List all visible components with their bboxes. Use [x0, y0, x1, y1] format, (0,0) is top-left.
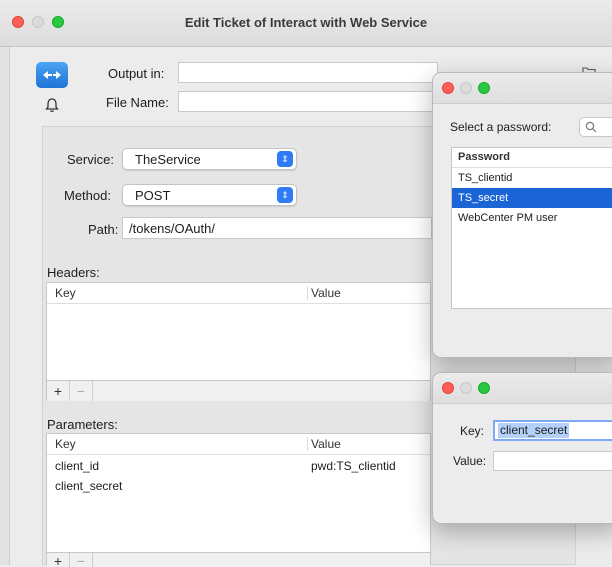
close-dialog-button[interactable] [442, 382, 454, 394]
password-search-field[interactable] [579, 117, 612, 137]
path-field[interactable]: /tokens/OAuth/ [122, 217, 432, 239]
password-item-label: TS_secret [458, 192, 509, 204]
path-label: Path: [88, 222, 119, 237]
key-value-dialog-titlebar [433, 373, 612, 404]
table-row[interactable]: client_id pwd:TS_clientid [47, 456, 430, 476]
list-item[interactable]: TS_clientid [452, 168, 612, 188]
file-name-field[interactable] [178, 91, 438, 112]
chevron-updown-icon: ⇕ [277, 151, 293, 167]
headers-add-button[interactable]: + [47, 381, 70, 401]
select-password-label: Select a password: [450, 120, 552, 134]
list-item-selected[interactable]: TS_secret [452, 188, 612, 208]
method-label: Method: [64, 188, 111, 203]
parameters-key-column[interactable]: Key [55, 434, 76, 454]
service-label: Service: [67, 152, 114, 167]
headers-table-header: Key Value [47, 283, 430, 304]
password-column-header[interactable]: Password [452, 148, 612, 168]
web-service-icon [36, 62, 68, 88]
table-row[interactable]: client_secret [47, 476, 430, 496]
file-name-label: File Name: [106, 95, 169, 110]
service-value: TheService [135, 152, 201, 167]
password-dialog[interactable]: Select a password: Password TS_clientid … [432, 72, 612, 358]
parameter-key: client_secret [55, 479, 123, 493]
password-dialog-titlebar [433, 73, 612, 104]
bell-icon[interactable] [45, 97, 59, 113]
minimize-dialog-button[interactable] [460, 382, 472, 394]
password-list[interactable]: Password TS_clientid TS_secret WebCenter… [451, 147, 612, 309]
parameters-table-header: Key Value [47, 434, 430, 455]
window-titlebar: Edit Ticket of Interact with Web Service [0, 0, 612, 47]
key-value-dialog[interactable]: Key: client_secret Value: [432, 372, 612, 524]
headers-label: Headers: [47, 265, 100, 280]
method-select[interactable]: POST ⇕ [122, 184, 297, 206]
output-in-field[interactable] [178, 62, 438, 83]
headers-remove-button[interactable]: − [70, 381, 93, 401]
window-title: Edit Ticket of Interact with Web Service [184, 15, 428, 30]
minimize-dialog-button[interactable] [460, 82, 472, 94]
list-item[interactable]: WebCenter PM user [452, 208, 612, 228]
key-label: Key: [460, 424, 485, 438]
parameters-table[interactable]: Key Value client_id pwd:TS_clientid clie… [46, 433, 431, 567]
headers-add-remove-bar: + − [47, 380, 430, 401]
headers-table[interactable]: Key Value + − [46, 282, 431, 401]
column-divider [307, 286, 308, 300]
search-icon [585, 121, 597, 133]
password-item-label: WebCenter PM user [458, 212, 558, 224]
close-dialog-button[interactable] [442, 82, 454, 94]
zoom-dialog-button[interactable] [478, 382, 490, 394]
output-in-label: Output in: [108, 66, 165, 81]
parameter-key: client_id [55, 459, 100, 473]
window-left-edge [0, 47, 10, 565]
path-value: /tokens/OAuth/ [129, 221, 215, 236]
headers-key-column[interactable]: Key [55, 283, 76, 303]
key-field[interactable]: client_secret [493, 420, 612, 441]
parameter-value: pwd:TS_clientid [311, 459, 396, 473]
password-item-label: TS_clientid [458, 172, 513, 184]
key-value-text: client_secret [498, 423, 570, 438]
method-value: POST [135, 188, 171, 203]
password-column-label: Password [458, 151, 510, 163]
parameters-label: Parameters: [47, 417, 118, 432]
chevron-updown-icon: ⇕ [277, 187, 293, 203]
zoom-dialog-button[interactable] [478, 82, 490, 94]
service-select[interactable]: TheService ⇕ [122, 148, 297, 170]
column-divider [307, 437, 308, 451]
value-field[interactable] [493, 451, 612, 471]
headers-value-column[interactable]: Value [311, 283, 341, 303]
parameters-value-column[interactable]: Value [311, 434, 341, 454]
value-label: Value: [453, 454, 487, 468]
